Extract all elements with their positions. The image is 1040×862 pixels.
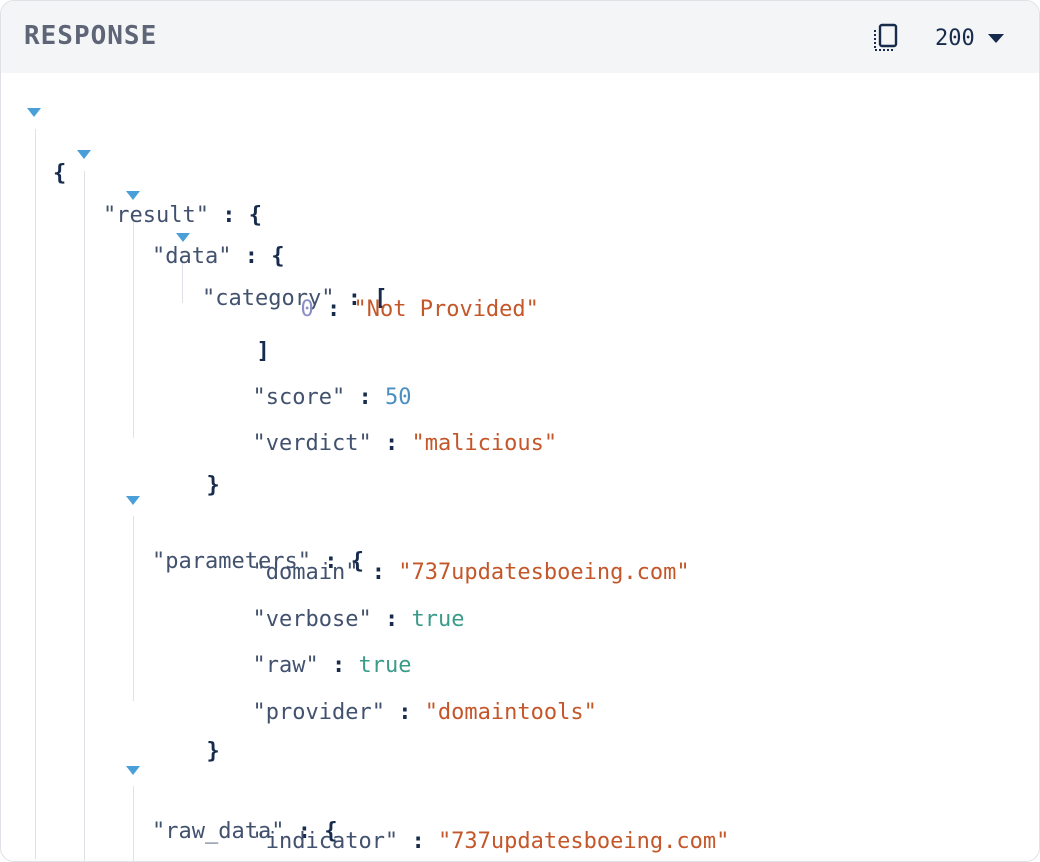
status-code-dropdown[interactable]: 200 (935, 23, 1005, 53)
category-value: "Not Provided" (353, 297, 539, 322)
json-verdict-row: "verdict" : "malicious" (173, 399, 557, 456)
provider-value: "domaintools" (424, 700, 597, 725)
verdict-value: "malicious" (411, 431, 558, 456)
json-provider-row: "provider" : "domaintools" (173, 668, 596, 725)
colon: : (326, 297, 341, 322)
triangle-down-icon[interactable] (126, 766, 140, 775)
json-category-row: "category" : [ (176, 224, 387, 311)
status-code: 200 (935, 25, 975, 51)
caret-down-icon (987, 34, 1004, 43)
json-root-row: { (27, 99, 106, 186)
colon: : (384, 431, 399, 456)
copy-icon (874, 23, 898, 51)
response-title: RESPONSE (24, 21, 158, 51)
triangle-down-icon[interactable] (176, 233, 190, 242)
json-raw-data-row: "raw_data" : { (126, 757, 337, 844)
verbose-value: true (411, 607, 465, 632)
close-brace: } (206, 473, 220, 498)
open-brace: { (53, 161, 67, 186)
guide-line-result (84, 171, 85, 861)
json-result-row: "result" : { (77, 141, 262, 228)
triangle-down-icon[interactable] (27, 108, 41, 117)
provider-key: "provider" (252, 700, 385, 725)
json-raw-row: "raw" : true (173, 621, 411, 678)
verdict-key: "verdict" (252, 431, 372, 456)
json-domain-row: "domain" : "737updatesboeing.com" (173, 528, 689, 585)
json-data-row: "data" : { (126, 182, 284, 269)
json-indicator-row: "indicator" : "737updatesboeing.com" (173, 797, 729, 854)
colon: : (411, 829, 425, 854)
copy-button[interactable] (869, 21, 901, 55)
json-category-item-row: 0 : "Not Provided" (221, 265, 538, 322)
triangle-down-icon[interactable] (77, 150, 91, 159)
json-parameters-row: "parameters" : { (126, 487, 364, 574)
json-verbose-row: "verbose" : true (173, 575, 464, 632)
json-category-close-row: ] (177, 307, 269, 364)
colon: : (398, 700, 412, 725)
array-index: 0 (300, 297, 314, 322)
json-parameters-close-row: } (127, 707, 219, 764)
guide-line-root (35, 129, 36, 859)
response-panel: RESPONSE 200 {"result": {"data": {"… (0, 0, 1040, 862)
close-brace: } (206, 739, 220, 764)
json-score-row: "score" : 50 (173, 353, 411, 410)
json-data-close-row: } (127, 441, 219, 498)
indicator-value: "737updatesboeing.com" (437, 829, 730, 854)
indicator-key: "indicator" (252, 829, 399, 854)
triangle-down-icon[interactable] (126, 496, 140, 505)
triangle-down-icon[interactable] (126, 191, 140, 200)
json-tree: { "result" : { "data" : { "category" : [… (1, 73, 1039, 861)
response-header: RESPONSE 200 (1, 1, 1039, 73)
